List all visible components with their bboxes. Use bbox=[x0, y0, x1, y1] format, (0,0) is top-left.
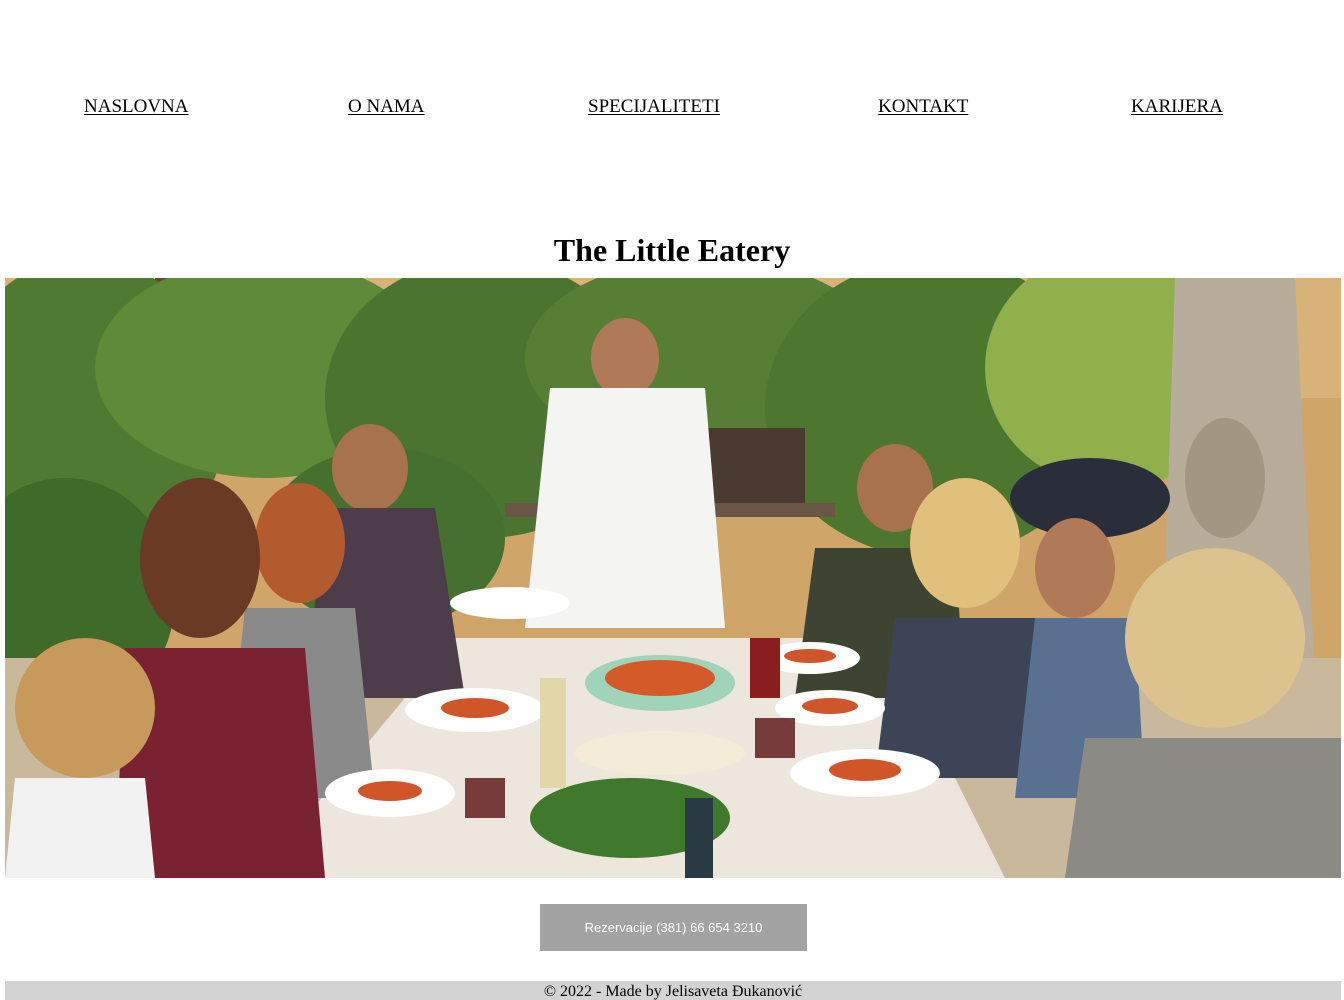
footer: © 2022 - Made by Jelisaveta Đukanović bbox=[5, 981, 1341, 1000]
hero-image bbox=[5, 278, 1341, 878]
nav-link-karijera[interactable]: KARIJERA bbox=[1131, 96, 1223, 118]
reservation-button[interactable]: Rezervacije (381) 66 654 3210 bbox=[540, 904, 807, 951]
hero-illustration bbox=[5, 278, 1341, 878]
page: NASLOVNA O NAMA SPECIJALITETI KONTAKT KA… bbox=[0, 0, 1344, 1000]
nav-link-specijaliteti[interactable]: SPECIJALITETI bbox=[588, 96, 720, 118]
footer-copyright: © 2022 - Made by Jelisaveta Đukanović bbox=[543, 983, 803, 1000]
nav-link-o-nama[interactable]: O NAMA bbox=[348, 96, 425, 118]
nav-link-naslovna[interactable]: NASLOVNA bbox=[84, 96, 189, 118]
main-nav: NASLOVNA O NAMA SPECIJALITETI KONTAKT KA… bbox=[0, 96, 1344, 124]
nav-link-kontakt[interactable]: KONTAKT bbox=[878, 96, 968, 118]
page-title: The Little Eatery bbox=[553, 232, 791, 268]
